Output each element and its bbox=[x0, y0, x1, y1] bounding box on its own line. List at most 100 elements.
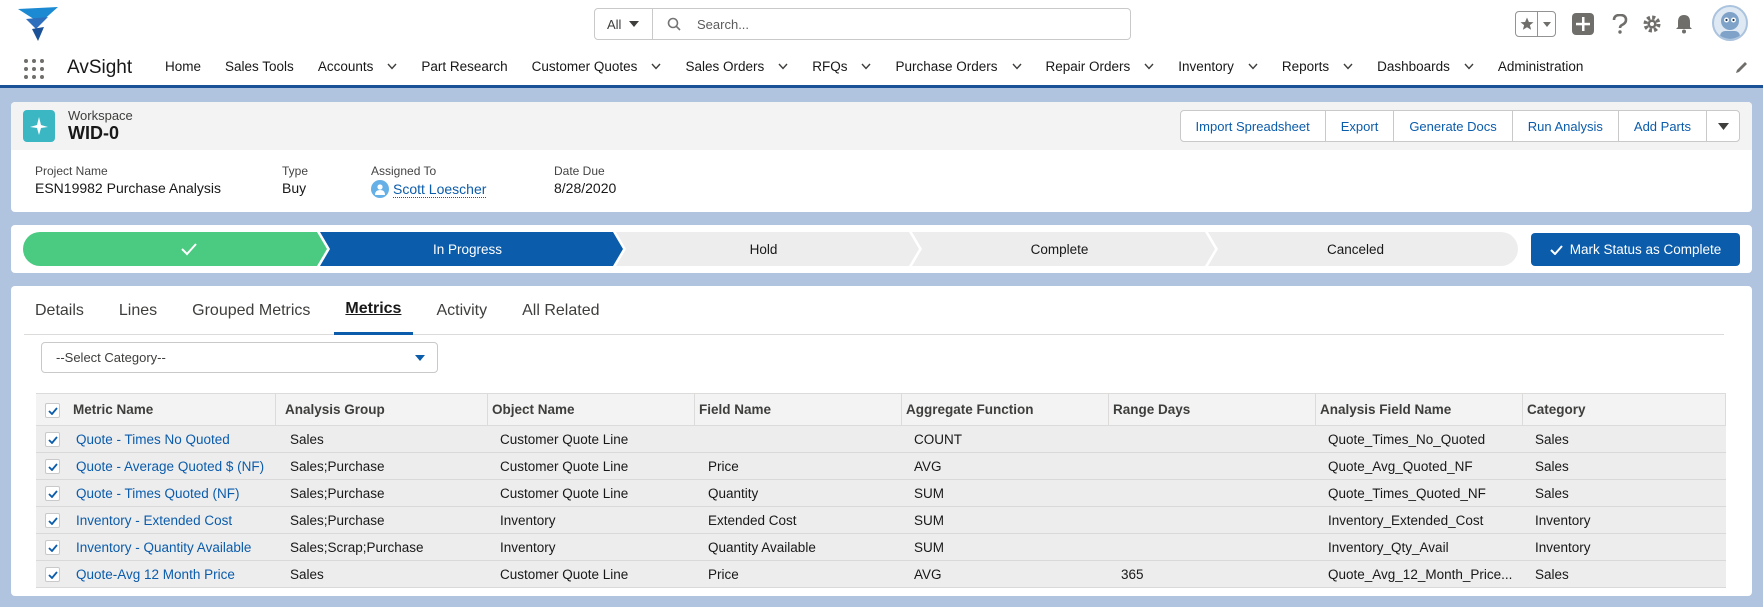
select-all-checkbox[interactable] bbox=[45, 403, 60, 418]
app-launcher-icon[interactable] bbox=[24, 59, 44, 79]
cell-analysis-group: Sales;Purchase bbox=[290, 512, 385, 528]
nav-item-reports[interactable]: Reports bbox=[1270, 48, 1365, 85]
cell-analysis-field-name: Inventory_Extended_Cost bbox=[1328, 512, 1484, 528]
cell-range-days bbox=[1121, 453, 1316, 479]
setup-gear-icon[interactable] bbox=[1640, 12, 1664, 36]
cell-object-name: Customer Quote Line bbox=[500, 485, 629, 501]
mark-status-complete-button[interactable]: Mark Status as Complete bbox=[1531, 233, 1740, 266]
cell-aggregate-function: SUM bbox=[914, 485, 944, 501]
path-stage-completed[interactable] bbox=[23, 232, 327, 266]
nav-item-inventory[interactable]: Inventory bbox=[1166, 48, 1270, 85]
chevron-down-icon[interactable] bbox=[861, 63, 871, 70]
avatar[interactable] bbox=[1712, 5, 1748, 41]
field-label: Project Name bbox=[35, 164, 108, 178]
import-spreadsheet-button[interactable]: Import Spreadsheet bbox=[1181, 111, 1326, 141]
chevron-down-icon[interactable] bbox=[1144, 63, 1154, 70]
nav-item-administration[interactable]: Administration bbox=[1486, 48, 1596, 85]
cell-range-days bbox=[1121, 507, 1316, 533]
column-header-analysis-field-name[interactable]: Analysis Field Name bbox=[1315, 394, 1523, 425]
chevron-down-icon[interactable] bbox=[1343, 63, 1353, 70]
nav-item-repair-orders[interactable]: Repair Orders bbox=[1034, 48, 1167, 85]
generate-docs-button[interactable]: Generate Docs bbox=[1394, 111, 1513, 141]
nav-item-label: Reports bbox=[1281, 59, 1330, 74]
cell-range-days bbox=[1121, 480, 1316, 506]
metric-name-link[interactable]: Quote - Times Quoted (NF) bbox=[76, 480, 276, 506]
notification-bell-icon[interactable] bbox=[1672, 12, 1696, 36]
chevron-down-icon[interactable] bbox=[387, 63, 397, 70]
status-path: In Progress Hold Complete Canceled Mark … bbox=[11, 225, 1752, 273]
chevron-down-icon[interactable] bbox=[1464, 63, 1474, 70]
edit-pencil-icon[interactable] bbox=[1735, 60, 1749, 74]
cell-category: Inventory bbox=[1535, 512, 1591, 528]
field-date-due: Date Due 8/28/2020 bbox=[554, 164, 616, 196]
nav-item-home[interactable]: Home bbox=[153, 48, 213, 85]
field-label: Type bbox=[282, 164, 309, 178]
export-button[interactable]: Export bbox=[1326, 111, 1395, 141]
add-icon[interactable] bbox=[1571, 12, 1595, 36]
tab-activity[interactable]: Activity bbox=[425, 286, 499, 335]
category-select[interactable]: --Select Category-- bbox=[41, 342, 438, 373]
tab-details[interactable]: Details bbox=[24, 286, 96, 335]
chevron-down-icon[interactable] bbox=[651, 63, 661, 70]
cell-aggregate-function: AVG bbox=[914, 566, 942, 582]
nav-item-customer-quotes[interactable]: Customer Quotes bbox=[520, 48, 674, 85]
tab-grouped-metrics[interactable]: Grouped Metrics bbox=[181, 286, 322, 335]
add-parts-button[interactable]: Add Parts bbox=[1619, 111, 1707, 141]
cell-analysis-field-name: Quote_Times_No_Quoted bbox=[1328, 431, 1486, 447]
table-row: Quote - Times Quoted (NF) Sales;Purchase… bbox=[36, 480, 1726, 507]
star-icon[interactable] bbox=[1516, 12, 1538, 36]
nav-item-sales-orders[interactable]: Sales Orders bbox=[673, 48, 800, 85]
column-header-field-name[interactable]: Field Name bbox=[694, 394, 902, 425]
more-actions-button[interactable] bbox=[1707, 111, 1739, 141]
nav-item-accounts[interactable]: Accounts bbox=[306, 48, 410, 85]
column-header-aggregate-function[interactable]: Aggregate Function bbox=[901, 394, 1109, 425]
path-label-canceled: Canceled bbox=[1326, 242, 1385, 257]
tab-all-related[interactable]: All Related bbox=[511, 286, 611, 335]
row-checkbox[interactable] bbox=[45, 486, 60, 501]
cell-analysis-field-name: Quote_Avg_Quoted_NF bbox=[1328, 458, 1473, 474]
row-checkbox[interactable] bbox=[45, 459, 60, 474]
metric-name-link[interactable]: Inventory - Quantity Available bbox=[76, 534, 276, 560]
nav-item-dashboards[interactable]: Dashboards bbox=[1365, 48, 1486, 85]
search-scope-dropdown[interactable]: All bbox=[595, 9, 653, 39]
chevron-down-icon bbox=[1717, 122, 1729, 130]
favorites-button-group[interactable] bbox=[1515, 11, 1556, 37]
tab-lines[interactable]: Lines bbox=[108, 286, 169, 335]
chevron-down-icon[interactable] bbox=[778, 63, 788, 70]
nav-item-part-research[interactable]: Part Research bbox=[409, 48, 519, 85]
avsight-logo[interactable] bbox=[18, 7, 58, 41]
tabset-card: Details Lines Grouped Metrics Metrics Ac… bbox=[11, 286, 1752, 596]
tab-metrics[interactable]: Metrics bbox=[334, 286, 414, 335]
row-checkbox[interactable] bbox=[45, 540, 60, 555]
column-header-category[interactable]: Category bbox=[1522, 394, 1726, 425]
assigned-user-link[interactable]: Scott Loescher bbox=[393, 181, 487, 198]
column-header-analysis-group[interactable]: Analysis Group bbox=[280, 394, 488, 425]
search-input[interactable] bbox=[697, 16, 1077, 32]
chevron-down-icon[interactable] bbox=[1248, 63, 1258, 70]
row-checkbox[interactable] bbox=[45, 513, 60, 528]
favorites-dropdown-icon[interactable] bbox=[1538, 21, 1555, 27]
help-icon[interactable] bbox=[1608, 12, 1632, 36]
metric-name-link[interactable]: Quote-Avg 12 Month Price bbox=[76, 561, 276, 587]
nav-item-rfqs[interactable]: RFQs bbox=[800, 48, 883, 85]
nav-item-sales-tools[interactable]: Sales Tools bbox=[213, 48, 306, 85]
app-nav-bar: AvSight Home Sales Tools Accounts Part R… bbox=[0, 48, 1763, 88]
cell-object-name: Customer Quote Line bbox=[500, 431, 629, 447]
column-header-metric-name[interactable]: Metric Name bbox=[68, 394, 276, 425]
metric-name-link[interactable]: Quote - Average Quoted $ (NF) bbox=[76, 453, 276, 479]
metric-name-link[interactable]: Inventory - Extended Cost bbox=[76, 507, 276, 533]
column-header-range-days[interactable]: Range Days bbox=[1108, 394, 1316, 425]
metric-name-link[interactable]: Quote - Times No Quoted bbox=[76, 426, 276, 452]
row-checkbox[interactable] bbox=[45, 432, 60, 447]
chevron-down-icon[interactable] bbox=[1011, 63, 1022, 70]
nav-item-purchase-orders[interactable]: Purchase Orders bbox=[883, 48, 1033, 85]
mark-status-label: Mark Status as Complete bbox=[1569, 242, 1722, 257]
column-header-object-name[interactable]: Object Name bbox=[487, 394, 695, 425]
row-checkbox[interactable] bbox=[45, 567, 60, 582]
nav-item-label: Purchase Orders bbox=[895, 59, 998, 74]
cell-aggregate-function: SUM bbox=[914, 539, 944, 555]
cell-object-name: Customer Quote Line bbox=[500, 458, 629, 474]
cell-field-name: Extended Cost bbox=[708, 512, 797, 528]
table-row: Quote - Average Quoted $ (NF) Sales;Purc… bbox=[36, 453, 1726, 480]
run-analysis-button[interactable]: Run Analysis bbox=[1513, 111, 1619, 141]
